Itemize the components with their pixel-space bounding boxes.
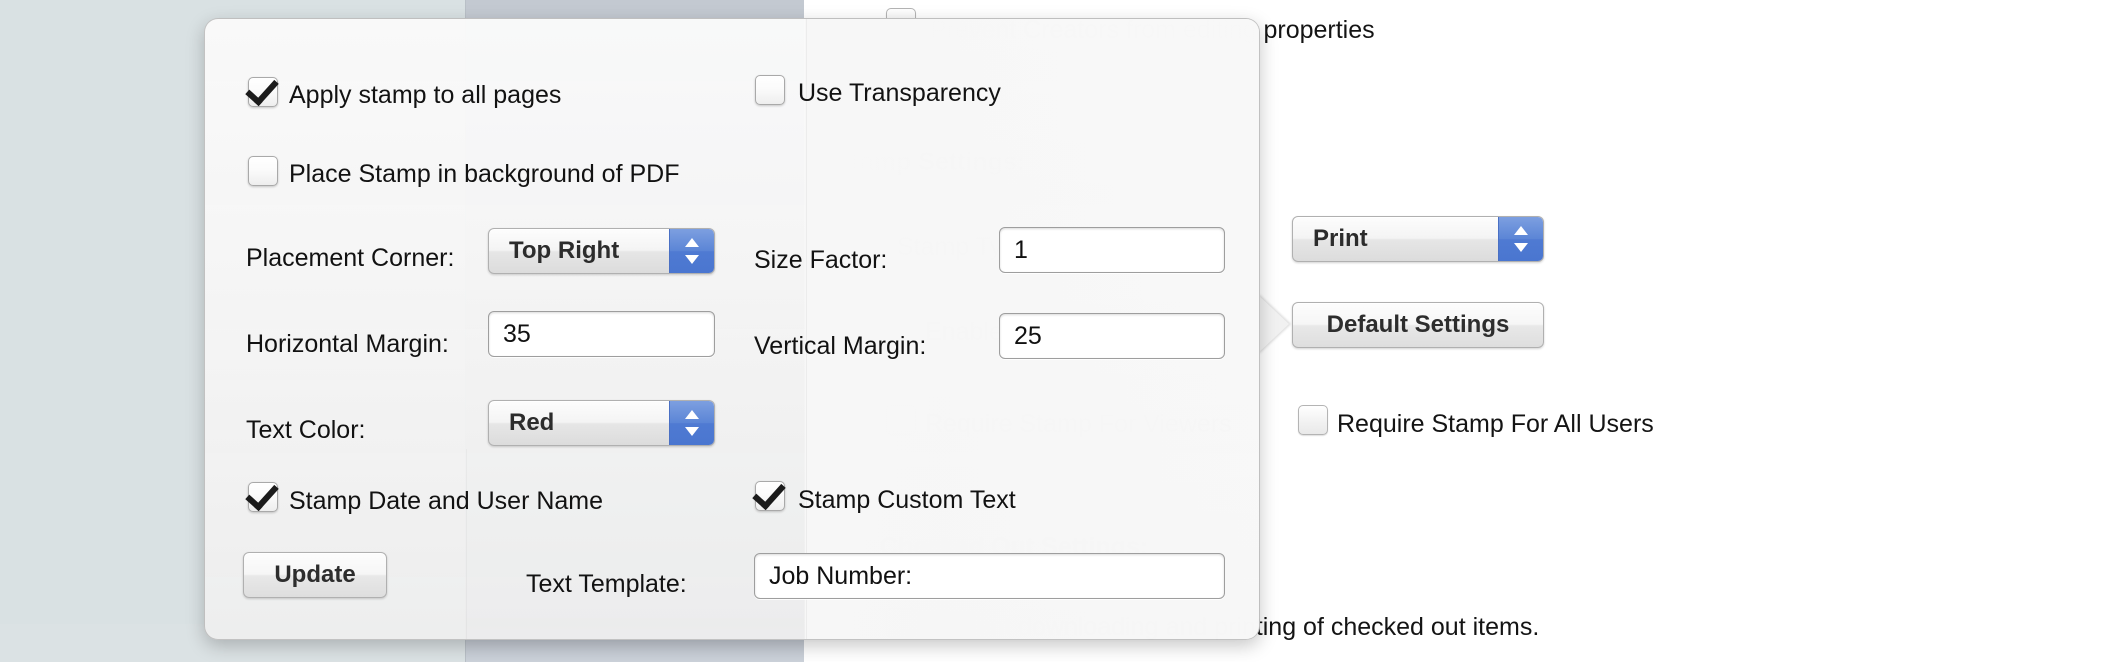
- require-stamp-all-users-checkbox[interactable]: [1298, 405, 1328, 435]
- chevron-updown-icon: [669, 229, 714, 273]
- text-color-popup-button[interactable]: Red: [488, 400, 715, 446]
- popover-body: Apply stamp to all pages Use Transparenc…: [204, 18, 1260, 640]
- place-stamp-background-checkbox[interactable]: [248, 156, 278, 186]
- vertical-margin-input[interactable]: 25: [999, 313, 1225, 359]
- stamp-date-user-label: Stamp Date and User Name: [289, 489, 603, 514]
- vertical-margin-label: Vertical Margin:: [754, 334, 926, 359]
- place-stamp-background-label: Place Stamp in background of PDF: [289, 162, 679, 187]
- size-factor-input[interactable]: 1: [999, 227, 1225, 273]
- use-transparency-label: Use Transparency: [798, 81, 1001, 106]
- horizontal-margin-label: Horizontal Margin:: [246, 332, 449, 357]
- chevron-updown-icon: [669, 401, 714, 445]
- stamp-custom-text-checkbox[interactable]: [755, 481, 785, 511]
- require-stamp-all-users-label: Require Stamp For All Users: [1337, 412, 1654, 437]
- text-color-label: Text Color:: [246, 418, 365, 443]
- placement-corner-value: Top Right: [509, 229, 619, 273]
- text-color-value: Red: [509, 401, 554, 445]
- default-settings-button[interactable]: Default Settings: [1292, 302, 1544, 348]
- placement-corner-popup-button[interactable]: Top Right: [488, 228, 715, 274]
- stamp-settings-popover: Apply stamp to all pages Use Transparenc…: [204, 18, 1260, 640]
- text-template-label: Text Template:: [526, 572, 687, 597]
- stamp-type-popup-button[interactable]: Print: [1292, 216, 1544, 262]
- stamp-date-user-checkbox[interactable]: [248, 482, 278, 512]
- placement-corner-label: Placement Corner:: [246, 246, 454, 271]
- apply-stamp-all-pages-label: Apply stamp to all pages: [289, 83, 561, 108]
- use-transparency-checkbox[interactable]: [755, 75, 785, 105]
- stamp-custom-text-label: Stamp Custom Text: [798, 488, 1016, 513]
- chevron-updown-icon: [1498, 217, 1543, 261]
- apply-stamp-all-pages-checkbox[interactable]: [248, 77, 278, 107]
- stamp-type-value: Print: [1313, 217, 1368, 261]
- popover-arrow: [1257, 294, 1289, 354]
- size-factor-label: Size Factor:: [754, 248, 887, 273]
- horizontal-margin-input[interactable]: 35: [488, 311, 715, 357]
- update-button[interactable]: Update: [243, 552, 387, 598]
- text-template-input[interactable]: Job Number:: [754, 553, 1225, 599]
